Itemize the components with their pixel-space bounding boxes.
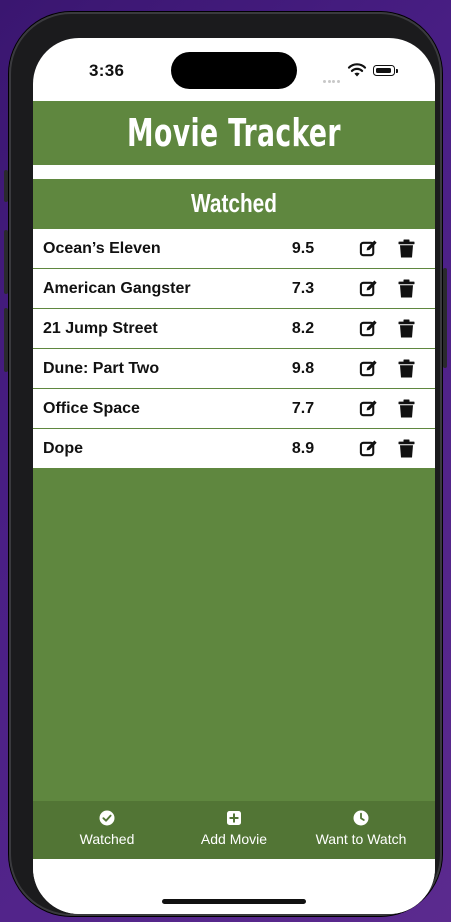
trash-icon[interactable]	[398, 439, 415, 458]
tab-add-movie-label: Add Movie	[200, 831, 268, 847]
movie-row[interactable]: American Gangster 7.3	[33, 269, 435, 308]
safe-area-bottom	[33, 859, 435, 914]
tab-watched[interactable]: Watched	[47, 801, 167, 859]
tab-watched-label: Watched	[79, 831, 135, 847]
header-divider	[33, 165, 435, 179]
tab-bar: Watched Add Movie Want to Watch	[33, 801, 435, 859]
volume-down-button	[4, 308, 8, 372]
tab-want-to-watch[interactable]: Want to Watch	[305, 801, 417, 859]
volume-up-button	[4, 230, 8, 294]
screen: 3:36 Movie Tracker Watched Ocean’s Eleve…	[33, 38, 435, 914]
section-header: Watched	[33, 179, 435, 228]
tab-add-movie[interactable]: Add Movie	[174, 801, 294, 859]
trash-icon[interactable]	[398, 359, 415, 378]
movie-title: Ocean’s Eleven	[43, 240, 161, 257]
trash-icon[interactable]	[398, 399, 415, 418]
action-button	[4, 170, 8, 202]
movie-rating: 9.8	[291, 360, 315, 377]
movie-rating: 8.9	[291, 440, 315, 457]
app-title: Movie Tracker	[127, 111, 341, 155]
plus-square-icon	[227, 811, 241, 825]
edit-icon[interactable]	[359, 319, 378, 338]
movie-row[interactable]: 21 Jump Street 8.2	[33, 309, 435, 348]
wifi-icon	[347, 63, 367, 77]
home-indicator[interactable]	[162, 899, 306, 904]
movie-rating: 7.7	[291, 400, 315, 417]
movie-rating: 8.2	[291, 320, 315, 337]
movie-row[interactable]: Dope 8.9	[33, 429, 435, 468]
tab-want-to-watch-label: Want to Watch	[315, 831, 407, 847]
cellular-signal-icon	[323, 70, 341, 88]
movie-row[interactable]: Ocean’s Eleven 9.5	[33, 229, 435, 268]
trash-icon[interactable]	[398, 319, 415, 338]
edit-icon[interactable]	[359, 279, 378, 298]
section-title: Watched	[191, 188, 277, 218]
check-circle-icon	[99, 810, 115, 826]
status-time: 3:36	[89, 61, 125, 80]
edit-icon[interactable]	[359, 239, 378, 258]
trash-icon[interactable]	[398, 279, 415, 298]
trash-icon[interactable]	[398, 239, 415, 258]
clock-icon	[353, 810, 369, 826]
app-header: Movie Tracker	[33, 101, 435, 165]
movie-title: Dune: Part Two	[43, 360, 160, 377]
movie-title: Dope	[43, 440, 83, 457]
movie-row[interactable]: Dune: Part Two 9.8	[33, 349, 435, 388]
edit-icon[interactable]	[359, 359, 378, 378]
device-frame: 3:36 Movie Tracker Watched Ocean’s Eleve…	[4, 12, 447, 916]
movie-rating: 9.5	[291, 240, 315, 257]
battery-icon	[373, 65, 398, 76]
movie-title: American Gangster	[43, 280, 191, 297]
movie-row[interactable]: Office Space 7.7	[33, 389, 435, 428]
movie-title: Office Space	[43, 400, 140, 417]
movie-list: Ocean’s Eleven 9.5 American Gangster 7.3…	[33, 228, 435, 801]
dynamic-island	[171, 52, 297, 89]
edit-icon[interactable]	[359, 439, 378, 458]
edit-icon[interactable]	[359, 399, 378, 418]
status-bar: 3:36	[33, 38, 435, 100]
movie-rating: 7.3	[291, 280, 315, 297]
power-button	[443, 268, 447, 368]
movie-title: 21 Jump Street	[43, 320, 158, 337]
